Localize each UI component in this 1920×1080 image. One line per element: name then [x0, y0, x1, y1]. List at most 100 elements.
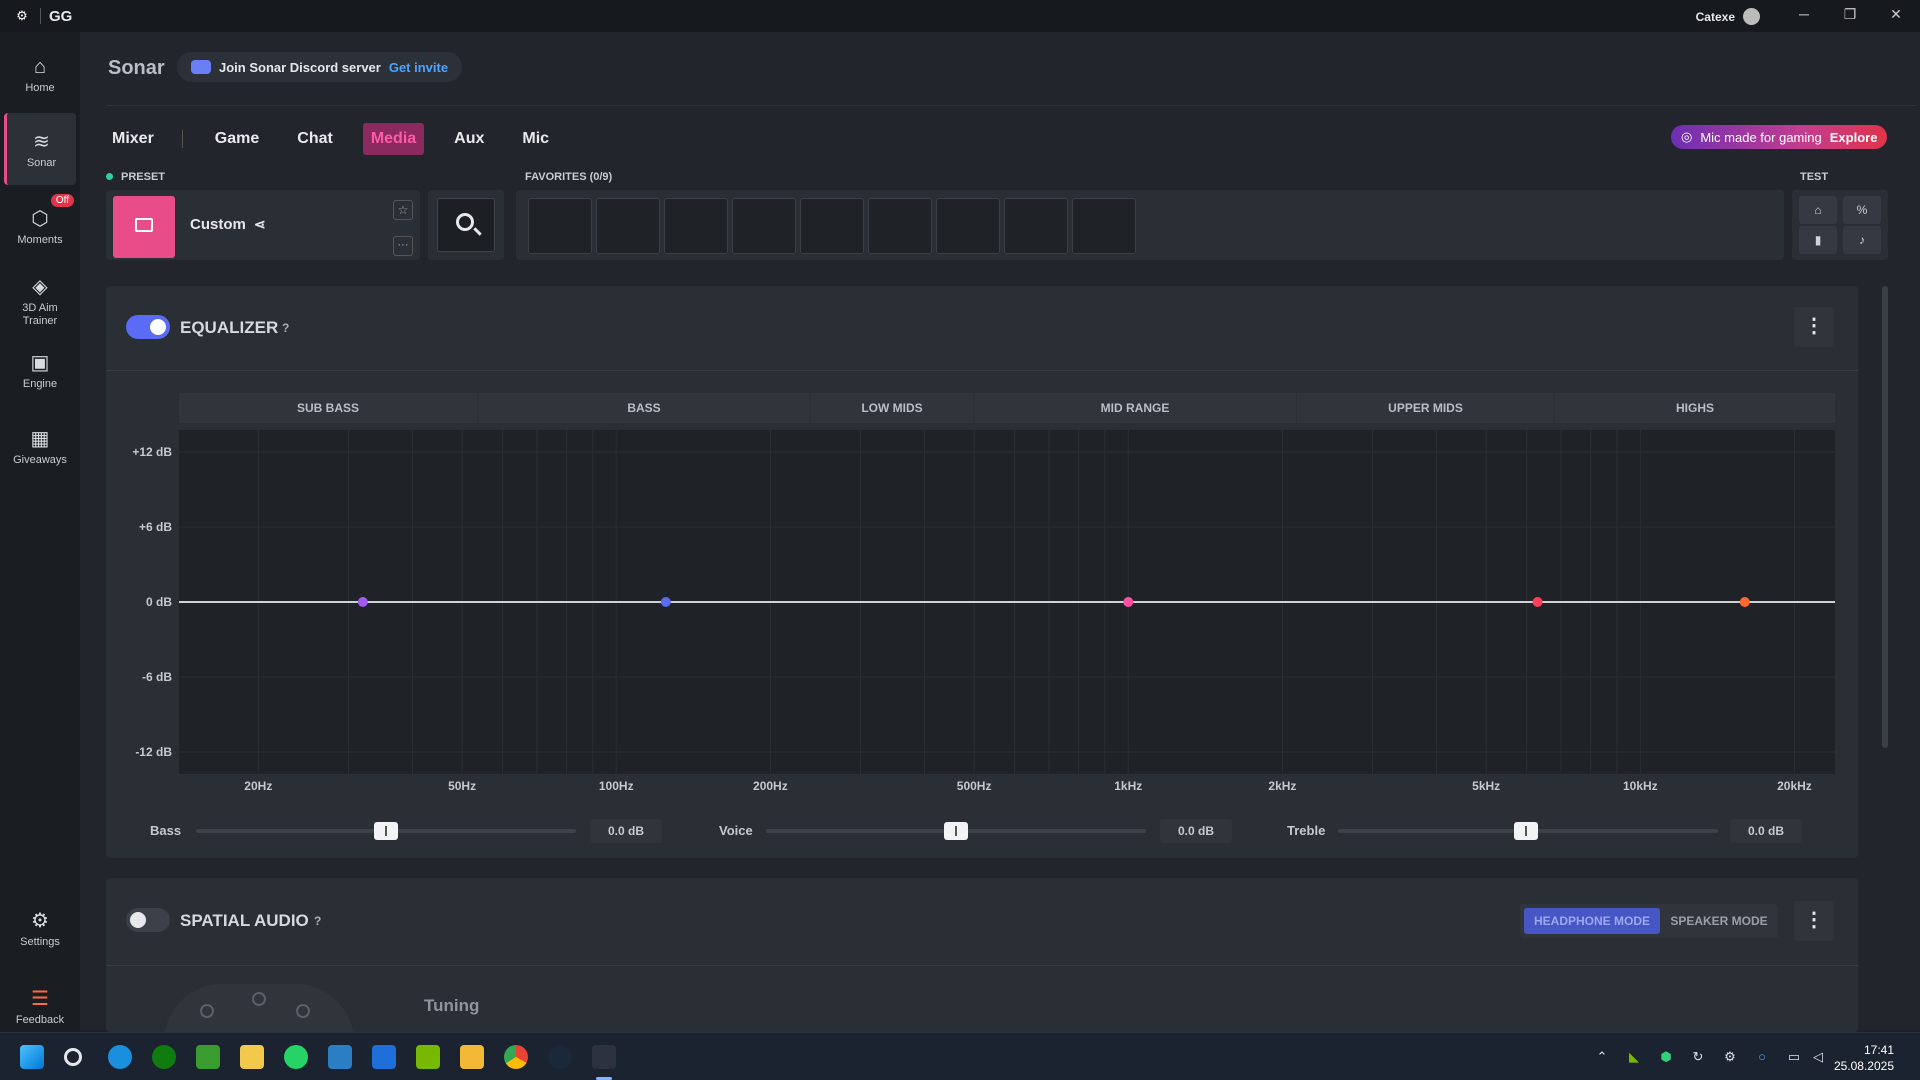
minecraft-icon[interactable]	[196, 1045, 220, 1069]
file-explorer-icon[interactable]	[460, 1045, 484, 1069]
windows-start-icon[interactable]	[20, 1045, 44, 1069]
share-icon[interactable]: ⋖	[254, 216, 266, 233]
tab-media[interactable]: Media	[362, 123, 425, 155]
speaker-mode-button[interactable]: SPEAKER MODE	[1664, 908, 1774, 934]
test-chat-button[interactable]: %	[1843, 196, 1881, 224]
user-profile[interactable]: Catexe	[1696, 8, 1760, 25]
sidebar-item-engine[interactable]: ▣ Engine	[4, 334, 76, 406]
treble-slider-handle[interactable]	[1514, 822, 1538, 840]
spatial-audio-help-button[interactable]: ?	[314, 914, 321, 928]
equalizer-menu-button[interactable]: ⋮	[1794, 307, 1834, 347]
favorite-star-button[interactable]: ☆	[393, 200, 413, 220]
minimize-button[interactable]: ─	[1794, 6, 1814, 26]
eq-band-handle[interactable]	[1532, 597, 1543, 607]
gallery-icon[interactable]	[372, 1045, 396, 1069]
app-title: GG	[49, 7, 73, 25]
steelseries-gg-icon[interactable]	[592, 1045, 616, 1069]
eq-band-handle[interactable]	[660, 597, 671, 607]
favorite-slot[interactable]	[664, 198, 728, 254]
edge-browser-icon[interactable]	[108, 1045, 132, 1069]
get-invite-link[interactable]: Get invite	[389, 60, 448, 75]
preset-more-button[interactable]: ···	[393, 236, 413, 256]
nvidia-tray-icon[interactable]: ◣	[1626, 1049, 1642, 1065]
tab-chat[interactable]: Chat	[289, 123, 341, 155]
steam-icon[interactable]	[548, 1045, 572, 1069]
voice-slider-handle[interactable]	[944, 822, 968, 840]
spatial-audio-menu-button[interactable]: ⋮	[1794, 901, 1834, 941]
music-icon: ♪	[1859, 233, 1865, 247]
favorite-slot[interactable]	[1004, 198, 1068, 254]
sidebar-item-label: Giveaways	[13, 454, 67, 466]
favorite-slot[interactable]	[1072, 198, 1136, 254]
steelseries-tray-icon[interactable]: ⚙	[1722, 1049, 1738, 1065]
search-icon[interactable]	[64, 1048, 82, 1066]
network-icon[interactable]: ▭	[1786, 1049, 1802, 1065]
equalizer-toggle[interactable]	[126, 315, 170, 339]
favorites-bar	[516, 190, 1784, 260]
discord-banner[interactable]: Join Sonar Discord server Get invite	[177, 52, 463, 82]
test-game-button[interactable]: ⌂	[1799, 196, 1837, 224]
favorite-slot[interactable]	[596, 198, 660, 254]
voice-value[interactable]: 0.0 dB	[1160, 819, 1232, 843]
sidebar-item-home[interactable]: ⌂ Home	[4, 38, 76, 110]
explore-link[interactable]: Explore	[1830, 130, 1878, 145]
test-video-button[interactable]: ▮	[1799, 226, 1837, 254]
photos-icon[interactable]	[328, 1045, 352, 1069]
chrome-icon[interactable]	[504, 1045, 528, 1069]
tab-game[interactable]: Game	[207, 123, 267, 155]
spatial-audio-toggle[interactable]	[126, 908, 170, 932]
sidebar-item-3d-aim-trainer[interactable]: ◈ 3D Aim Trainer	[4, 258, 76, 338]
test-music-button[interactable]: ♪	[1843, 226, 1881, 254]
avatar[interactable]	[1743, 8, 1760, 25]
tuning-heading: Tuning	[424, 996, 480, 1015]
restore-button[interactable]: ❐	[1840, 6, 1860, 26]
promo-text: Mic made for gaming	[1700, 129, 1822, 145]
xbox-icon[interactable]	[152, 1045, 176, 1069]
circle-tray-icon[interactable]: ○	[1754, 1049, 1770, 1065]
bass-value[interactable]: 0.0 dB	[590, 819, 662, 843]
eq-band-handle[interactable]	[1123, 597, 1134, 607]
sidebar-item-moments[interactable]: Off ⬡ Moments	[4, 190, 76, 262]
tab-mixer[interactable]: Mixer	[104, 123, 162, 155]
favorite-slot[interactable]	[936, 198, 1000, 254]
spatial-mode-selector: HEADPHONE MODE SPEAKER MODE	[1520, 904, 1778, 938]
feedback-icon: ☰	[31, 988, 49, 1010]
treble-value[interactable]: 0.0 dB	[1730, 819, 1802, 843]
preset-search-button[interactable]	[428, 190, 504, 260]
tab-mic[interactable]: Mic	[514, 123, 557, 155]
headphone-mode-button[interactable]: HEADPHONE MODE	[1524, 908, 1660, 934]
bass-slider-handle[interactable]	[374, 822, 398, 840]
close-button[interactable]: ✕	[1886, 6, 1906, 26]
equalizer-help-button[interactable]: ?	[282, 321, 289, 335]
favorite-slot[interactable]	[732, 198, 796, 254]
favorite-slot[interactable]	[800, 198, 864, 254]
eq-band-handle[interactable]	[357, 597, 368, 607]
band-header-upper-mids: UPPER MIDS	[1297, 393, 1554, 423]
eq-graph[interactable]	[179, 430, 1835, 774]
freq-label: 50Hz	[448, 779, 477, 793]
favorite-slot[interactable]	[868, 198, 932, 254]
chevron-up-icon[interactable]: ⌃	[1594, 1049, 1610, 1065]
preset-section-label: PRESET	[106, 171, 165, 183]
eq-curve-svg[interactable]	[179, 430, 1835, 774]
sonar-tray-icon[interactable]: ↻	[1690, 1049, 1706, 1065]
sidebar-item-label: Home	[25, 82, 55, 94]
tray-app-icon[interactable]: ⬢	[1658, 1049, 1674, 1065]
engine-icon: ▣	[30, 352, 50, 374]
eq-band-handle[interactable]	[1739, 597, 1750, 607]
scrollbar[interactable]	[1882, 286, 1888, 748]
system-clock[interactable]: 17:41 25.08.2025	[1834, 1042, 1894, 1074]
preset-selector[interactable]: Custom ⋖ ☆ ···	[106, 190, 420, 260]
treble-slider-label: Treble	[1287, 823, 1326, 838]
nvidia-icon[interactable]	[416, 1045, 440, 1069]
volume-icon[interactable]: ◁	[1810, 1049, 1826, 1065]
sidebar-item-sonar[interactable]: ≋ Sonar	[4, 113, 76, 185]
whatsapp-icon[interactable]	[284, 1045, 308, 1069]
sidebar-item-settings[interactable]: ⚙ Settings	[4, 892, 76, 964]
favorite-slot[interactable]	[528, 198, 592, 254]
sidebar-item-giveaways[interactable]: ▦ Giveaways	[4, 410, 76, 482]
clock-time: 17:41	[1863, 1043, 1894, 1057]
store-icon[interactable]	[240, 1045, 264, 1069]
mic-promo-banner[interactable]: ◎ Mic made for gaming Explore	[1671, 125, 1888, 149]
tab-aux[interactable]: Aux	[446, 123, 492, 155]
